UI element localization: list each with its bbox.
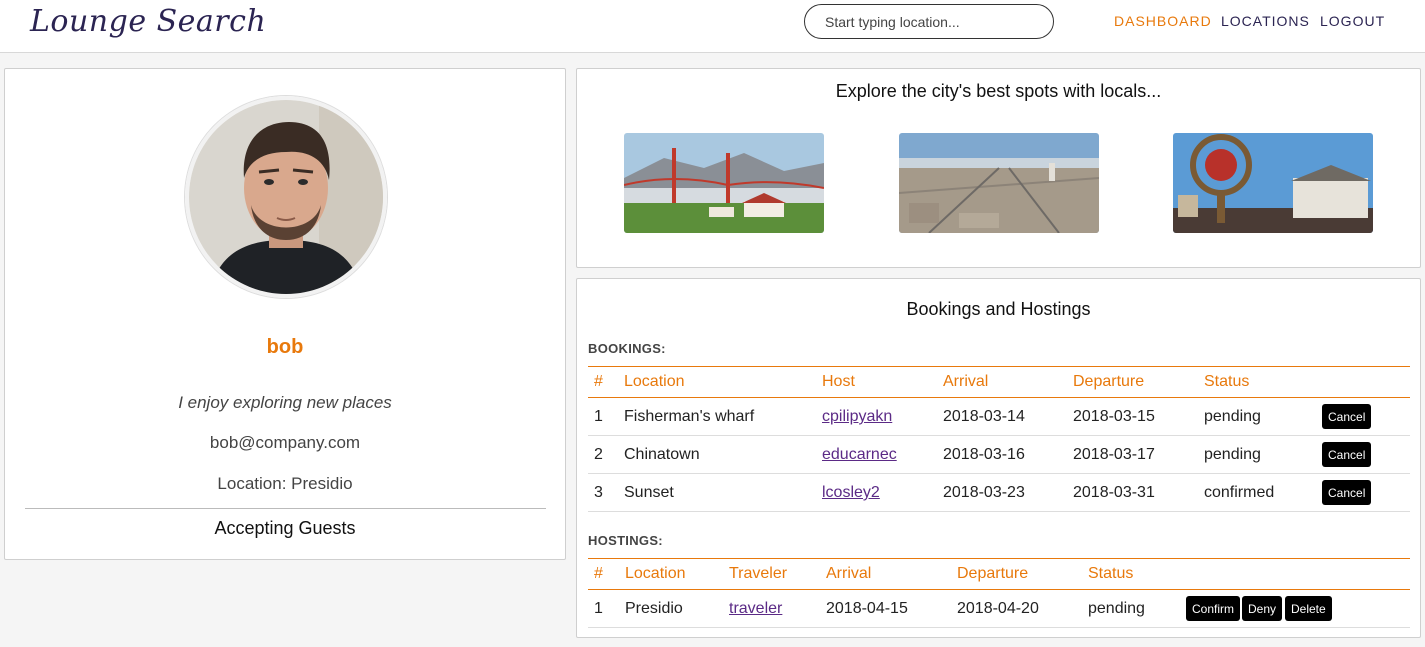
column-header: Departure (1073, 373, 1145, 390)
column-header: Arrival (943, 373, 989, 390)
row-number: 3 (594, 484, 603, 501)
row-location: Presidio (625, 600, 683, 617)
column-header: Traveler (729, 565, 788, 582)
bookings-card: Bookings and Hostings BOOKINGS: # Locati… (576, 278, 1421, 638)
row-arrival: 2018-03-16 (943, 446, 1025, 463)
avatar (185, 96, 387, 298)
fishermans-wharf-photo[interactable] (1173, 133, 1373, 233)
guests-status: Accepting Guests (214, 518, 356, 538)
row-status: pending (1204, 408, 1261, 425)
host-link[interactable]: educarnec (822, 446, 897, 464)
row-departure: 2018-03-17 (1073, 446, 1155, 463)
nav-link-logout[interactable]: LOGOUT (1320, 13, 1385, 29)
column-header: Status (1204, 373, 1250, 390)
column-header: Location (625, 565, 686, 582)
golden-gate-photo[interactable] (624, 133, 824, 233)
traveler-link[interactable]: traveler (729, 600, 782, 618)
profile-bio: I enjoy exploring new places (178, 393, 392, 412)
column-header: Host (822, 373, 855, 390)
column-header: # (594, 373, 603, 390)
row-location: Fisherman's wharf (624, 408, 755, 425)
profile-card: bob I enjoy exploring new places bob@com… (4, 68, 566, 560)
row-number: 2 (594, 446, 603, 463)
cancel-button[interactable]: Cancel (1322, 442, 1372, 467)
row-location: Sunset (624, 484, 674, 501)
table-row: 3 Sunset lcosley2 2018-03-23 2018-03-31 … (588, 474, 1410, 512)
profile-location: Location: Presidio (217, 474, 353, 493)
cancel-button[interactable]: Cancel (1322, 404, 1372, 429)
profile-name: bob (266, 336, 304, 358)
delete-button[interactable]: Delete (1285, 596, 1332, 621)
row-status: pending (1204, 446, 1261, 463)
row-departure: 2018-04-20 (957, 600, 1039, 617)
hostings-section-label: HOSTINGS: (588, 533, 663, 548)
table-header: # Location Host Arrival Departure Status (588, 366, 1410, 398)
table-header: # Location Traveler Arrival Departure St… (588, 558, 1410, 590)
column-header: Departure (957, 565, 1029, 582)
bookings-panel-title: Bookings and Hostings (906, 299, 1091, 319)
row-departure: 2018-03-15 (1073, 408, 1155, 425)
deny-button[interactable]: Deny (1242, 596, 1283, 621)
navbar: Lounge Search DASHBOARD LOCATIONS LOGOUT (0, 0, 1425, 53)
row-number: 1 (594, 408, 603, 425)
host-link[interactable]: lcosley2 (822, 484, 880, 502)
host-link[interactable]: cpilipyakn (822, 408, 892, 426)
row-arrival: 2018-04-15 (826, 600, 908, 617)
confirm-button[interactable]: Confirm (1186, 596, 1241, 621)
row-arrival: 2018-03-23 (943, 484, 1025, 501)
row-number: 1 (594, 600, 603, 617)
nav-link-locations[interactable]: LOCATIONS (1221, 13, 1310, 29)
divider (25, 508, 546, 509)
explore-title: Explore the city's best spots with local… (835, 81, 1162, 101)
row-status: pending (1088, 600, 1145, 617)
row-status: confirmed (1204, 484, 1275, 501)
bookings-section-label: BOOKINGS: (588, 341, 666, 356)
column-header: Arrival (826, 565, 872, 582)
brand-logo[interactable]: Lounge Search (30, 4, 266, 39)
table-row: 2 Chinatown educarnec 2018-03-16 2018-03… (588, 436, 1410, 474)
column-header: # (594, 565, 603, 582)
location-search-input[interactable] (804, 4, 1054, 39)
avatar-image (189, 100, 383, 294)
column-header: Location (624, 373, 685, 390)
row-departure: 2018-03-31 (1073, 484, 1155, 501)
column-header: Status (1088, 565, 1134, 582)
profile-email: bob@company.com (209, 433, 361, 452)
table-row: 1 Fisherman's wharf cpilipyakn 2018-03-1… (588, 398, 1410, 436)
row-location: Chinatown (624, 446, 700, 463)
city-aerial-photo[interactable] (899, 133, 1099, 233)
cancel-button[interactable]: Cancel (1322, 480, 1372, 505)
row-arrival: 2018-03-14 (943, 408, 1025, 425)
explore-card: Explore the city's best spots with local… (576, 68, 1421, 268)
table-row: 1 Presidio traveler 2018-04-15 2018-04-2… (588, 590, 1410, 628)
nav-link-dashboard[interactable]: DASHBOARD (1114, 13, 1212, 29)
